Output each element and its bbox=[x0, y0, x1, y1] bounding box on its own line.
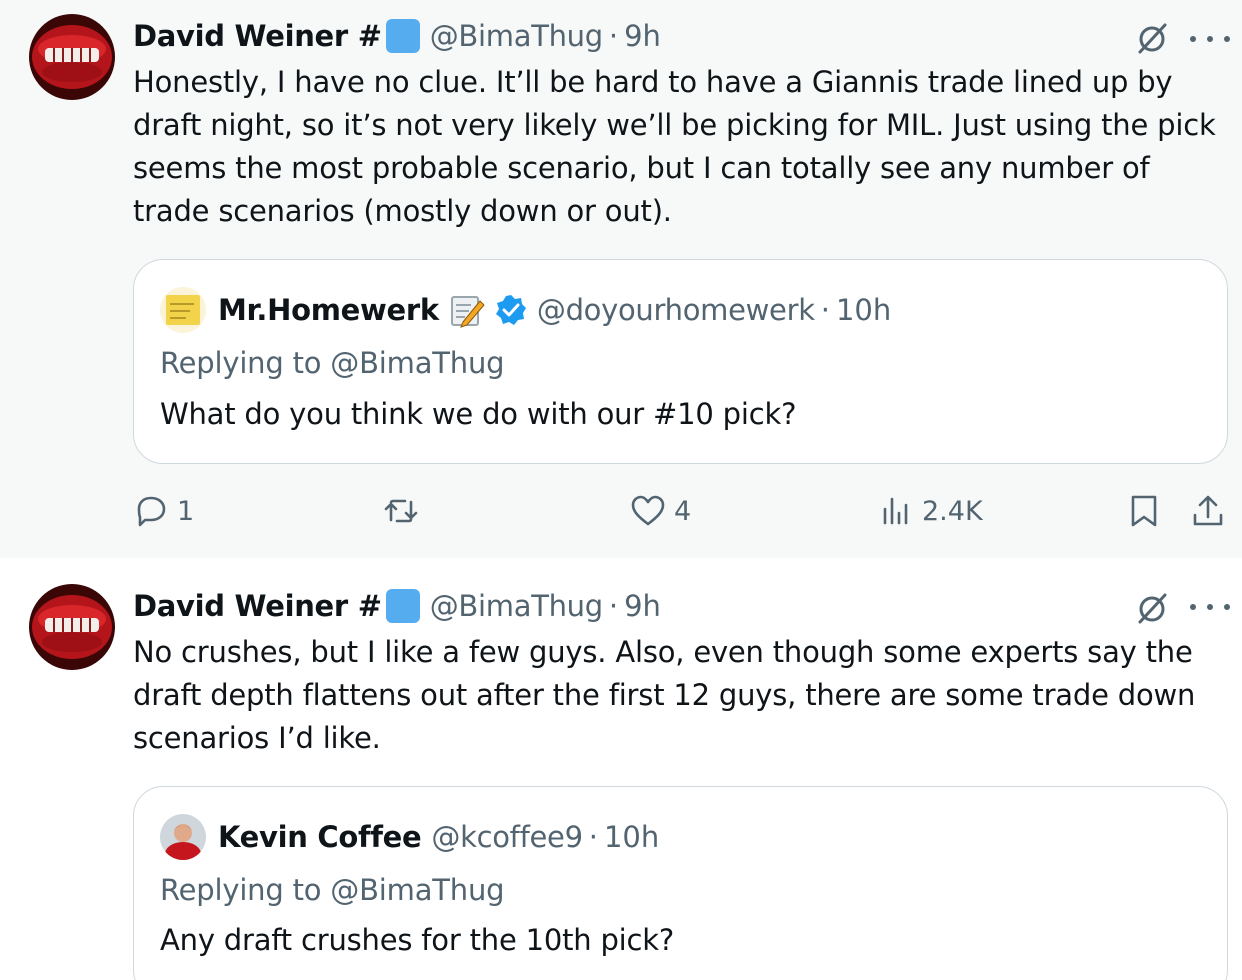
share-icon bbox=[1193, 495, 1223, 526]
red-lips-avatar-icon bbox=[29, 584, 115, 670]
blue-square-emoji-icon bbox=[385, 19, 420, 53]
author-avatar[interactable] bbox=[29, 584, 115, 670]
quoted-tweet[interactable]: Mr.Homewerk @doyourhomewerk · 10h Replyi… bbox=[133, 259, 1228, 464]
more-options-icon[interactable] bbox=[1190, 32, 1230, 46]
quoted-author-avatar[interactable] bbox=[160, 287, 206, 333]
person-photo-avatar-icon bbox=[160, 814, 206, 860]
separator-dot: · bbox=[608, 589, 619, 623]
bookmark-icon bbox=[1131, 495, 1157, 527]
tweet-text: No crushes, but I like a few guys. Also,… bbox=[133, 631, 1228, 760]
tweet-header: David Weiner # @BimaThug · 9h bbox=[133, 586, 661, 626]
memo-emoji-icon bbox=[450, 296, 485, 328]
quoted-tweet[interactable]: Kevin Coffee @kcoffee9 · 10h Replying to… bbox=[133, 786, 1228, 980]
tweet-text-line: scenarios I’d like. bbox=[133, 721, 381, 755]
more-options-icon[interactable] bbox=[1190, 600, 1230, 614]
quoted-tweet-text: Any draft crushes for the 10th pick? bbox=[160, 923, 675, 957]
replying-to-label[interactable]: Replying to @BimaThug bbox=[160, 346, 505, 380]
verified-badge-icon bbox=[495, 295, 526, 325]
quoted-author-handle[interactable]: @doyourhomewerk bbox=[537, 293, 815, 327]
separator-dot: · bbox=[608, 19, 619, 53]
sticky-note-avatar-icon bbox=[160, 287, 206, 333]
tweet-text-line: draft night, so it’s not very likely we’… bbox=[133, 108, 1216, 142]
share-button[interactable] bbox=[1190, 488, 1226, 534]
tweet-text-line: draft depth flattens out after the first… bbox=[133, 678, 1196, 712]
author-name[interactable]: David Weiner # bbox=[133, 589, 382, 623]
reply-button[interactable]: 1 bbox=[133, 488, 194, 534]
reply-icon bbox=[137, 496, 166, 527]
quoted-tweet-timestamp[interactable]: 10h bbox=[604, 820, 659, 854]
views-button[interactable]: 2.4K bbox=[878, 488, 983, 534]
like-button[interactable]: 4 bbox=[630, 488, 691, 534]
replying-to-label[interactable]: Replying to @BimaThug bbox=[160, 873, 505, 907]
tweet[interactable]: David Weiner # @BimaThug · 9h No crushes… bbox=[0, 558, 1242, 980]
author-handle[interactable]: @BimaThug bbox=[430, 19, 603, 53]
quoted-author-name[interactable]: Kevin Coffee bbox=[218, 820, 422, 854]
tweet-text: Honestly, I have no clue. It’ll be hard … bbox=[133, 61, 1228, 233]
tweet-text-line: seems the most probable scenario, but I … bbox=[133, 151, 1150, 185]
tweet-text-line: Honestly, I have no clue. It’ll be hard … bbox=[133, 65, 1173, 99]
separator-dot: · bbox=[820, 293, 830, 327]
tweet-action-bar: 1 4 2.4K bbox=[0, 488, 1242, 534]
grok-icon[interactable] bbox=[1134, 21, 1170, 57]
grok-icon[interactable] bbox=[1134, 591, 1170, 627]
tweet-header: David Weiner # @BimaThug · 9h bbox=[133, 16, 661, 56]
retweet-icon bbox=[384, 499, 418, 523]
red-lips-avatar-icon bbox=[29, 14, 115, 100]
separator-dot: · bbox=[588, 820, 598, 854]
quoted-author-handle[interactable]: @kcoffee9 bbox=[431, 820, 583, 854]
tweet[interactable]: David Weiner # @BimaThug · 9h Honestly, … bbox=[0, 0, 1242, 558]
like-count: 4 bbox=[674, 495, 692, 527]
analytics-icon bbox=[883, 497, 908, 525]
heart-icon bbox=[631, 495, 665, 526]
retweet-button[interactable] bbox=[383, 488, 419, 534]
reply-count: 1 bbox=[177, 495, 195, 527]
tweet-timestamp[interactable]: 9h bbox=[624, 19, 661, 53]
tweet-text-line: trade scenarios (mostly down or out). bbox=[133, 194, 672, 228]
tweet-text-line: No crushes, but I like a few guys. Also,… bbox=[133, 635, 1193, 669]
quoted-tweet-header: Kevin Coffee @kcoffee9 · 10h bbox=[160, 814, 659, 860]
quoted-tweet-header: Mr.Homewerk @doyourhomewerk · 10h bbox=[160, 287, 891, 333]
quoted-tweet-text: What do you think we do with our #10 pic… bbox=[160, 397, 797, 431]
tweet-timestamp[interactable]: 9h bbox=[624, 589, 661, 623]
author-name[interactable]: David Weiner # bbox=[133, 19, 382, 53]
blue-square-emoji-icon bbox=[385, 589, 420, 623]
author-handle[interactable]: @BimaThug bbox=[430, 589, 603, 623]
quoted-author-name[interactable]: Mr.Homewerk bbox=[218, 293, 439, 327]
view-count: 2.4K bbox=[922, 495, 983, 527]
quoted-author-avatar[interactable] bbox=[160, 814, 206, 860]
bookmark-button[interactable] bbox=[1126, 488, 1162, 534]
quoted-tweet-timestamp[interactable]: 10h bbox=[836, 293, 891, 327]
author-avatar[interactable] bbox=[29, 14, 115, 100]
